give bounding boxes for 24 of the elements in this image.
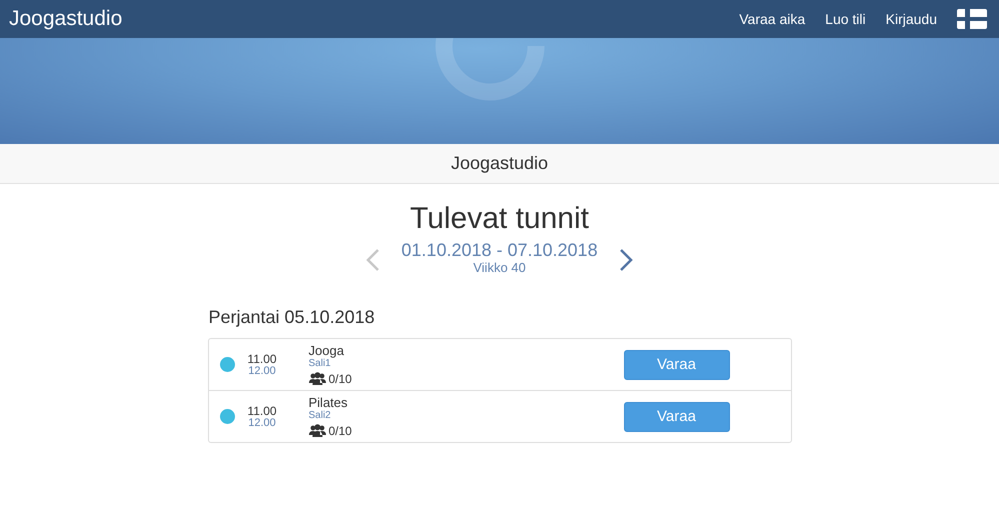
capacity-count: 0/10 xyxy=(328,372,352,386)
start-time: 11.00 xyxy=(246,352,278,364)
people-icon xyxy=(308,424,326,437)
flag-icon[interactable] xyxy=(957,9,987,29)
nav-link[interactable]: Luo tili xyxy=(825,11,866,27)
class-name: Jooga xyxy=(308,344,345,358)
page-subtitle: Joogastudio xyxy=(450,153,548,174)
nav-link[interactable]: Kirjaudu xyxy=(886,11,937,27)
brand-link[interactable]: Joogastudio xyxy=(9,7,122,31)
ring-icon xyxy=(434,38,544,102)
end-time: 12.00 xyxy=(247,364,277,376)
next-week-icon[interactable] xyxy=(618,248,634,272)
week-number: Viikko 40 xyxy=(472,260,527,275)
room-name: Sali1 xyxy=(308,358,331,370)
nav-link[interactable]: Varaa aika xyxy=(739,11,806,27)
start-time: 11.00 xyxy=(246,404,278,416)
people-icon xyxy=(308,372,326,385)
end-time: 12.00 xyxy=(247,416,277,428)
room-name: Sali2 xyxy=(308,410,332,422)
page-title: Tulevat tunnit xyxy=(409,202,590,236)
capacity-count: 0/10 xyxy=(328,424,352,438)
day-heading: Perjantai 05.10.2018 xyxy=(208,307,376,328)
date-range: 01.10.2018 - 07.10.2018 xyxy=(401,240,598,260)
class-name: Pilates xyxy=(308,396,349,410)
